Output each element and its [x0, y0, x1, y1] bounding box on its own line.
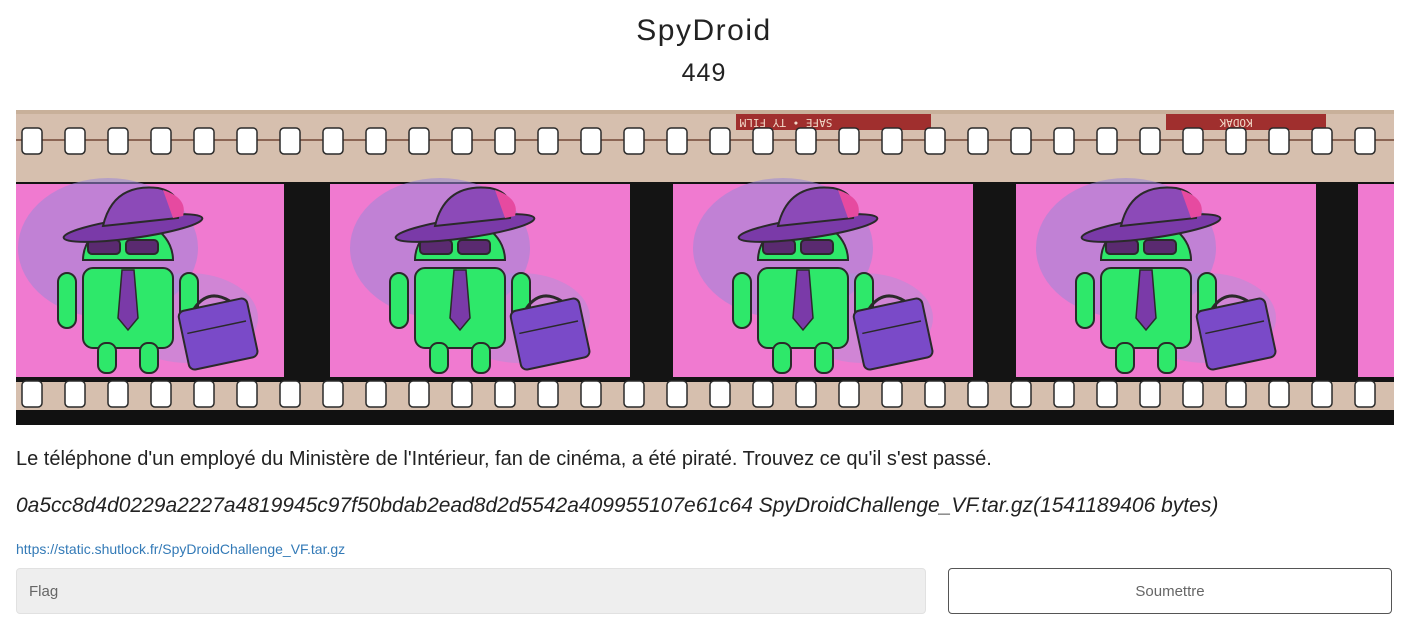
film-edge-text-safety: SAFE • TY FILM [739, 116, 832, 129]
film-sprocket-hole [1268, 380, 1290, 408]
film-sprocket-hole [709, 380, 731, 408]
film-sprocket-hole [408, 127, 430, 155]
film-sprocket-hole [193, 127, 215, 155]
film-sprocket-hole [623, 380, 645, 408]
film-sprocket-hole [795, 380, 817, 408]
film-sprocket-hole [881, 380, 903, 408]
film-sprocket-hole [451, 380, 473, 408]
film-sprocket-hole [1354, 127, 1376, 155]
file-hash-info: 0a5cc8d4d0229a2227a4819945c97f50bdab2ead… [16, 494, 1219, 517]
film-sprocket-hole [1182, 380, 1204, 408]
flag-input[interactable] [16, 568, 926, 614]
film-sprocket-hole [1010, 127, 1032, 155]
film-sprocket-hole [838, 127, 860, 155]
film-sprocket-hole [494, 127, 516, 155]
film-sprocket-hole [1096, 380, 1118, 408]
film-sprocket-hole [838, 380, 860, 408]
film-sprocket-hole [1311, 380, 1333, 408]
film-sprocket-hole [709, 127, 731, 155]
film-sprocket-hole [1053, 380, 1075, 408]
film-sprocket-hole [64, 127, 86, 155]
film-sprocket-hole [580, 127, 602, 155]
film-sprocket-hole [408, 380, 430, 408]
film-sprocket-hole [279, 380, 301, 408]
film-sprocket-hole [924, 380, 946, 408]
challenge-banner-image: SAFE • TY FILM KODAK [16, 110, 1394, 425]
film-sprocket-hole [1268, 127, 1290, 155]
film-sprocket-hole [365, 127, 387, 155]
film-sprocket-hole [494, 380, 516, 408]
film-sprocket-hole [666, 127, 688, 155]
film-sprocket-hole [1139, 127, 1161, 155]
film-sprocket-hole [881, 127, 903, 155]
film-sprocket-hole [752, 380, 774, 408]
film-sprocket-hole [537, 380, 559, 408]
film-sprocket-hole [1053, 127, 1075, 155]
film-sprocket-hole [537, 127, 559, 155]
film-sprocket-hole [924, 127, 946, 155]
film-sprocket-hole [107, 380, 129, 408]
film-frame [1358, 184, 1394, 377]
challenge-points: 449 [681, 59, 727, 87]
film-sprocket-hole [322, 380, 344, 408]
film-sprocket-hole [967, 380, 989, 408]
film-sprocket-hole [236, 127, 258, 155]
film-sprocket-hole [1225, 380, 1247, 408]
film-sprocket-hole [279, 127, 301, 155]
film-sprocket-hole [795, 127, 817, 155]
challenge-title: SpyDroid [636, 14, 772, 47]
download-link[interactable]: https://static.shutlock.fr/SpyDroidChall… [16, 541, 345, 557]
film-sprocket-hole [1354, 380, 1376, 408]
film-sprocket-hole [580, 380, 602, 408]
film-sprocket-hole [365, 380, 387, 408]
film-sprocket-hole [193, 380, 215, 408]
film-sprocket-hole [1010, 380, 1032, 408]
film-sprocket-hole [322, 127, 344, 155]
film-sprocket-hole [752, 127, 774, 155]
film-sprocket-hole [21, 127, 43, 155]
film-sprocket-hole [150, 127, 172, 155]
film-edge-text-kodak: KODAK [1219, 116, 1252, 129]
film-sprocket-hole [1225, 127, 1247, 155]
film-sprocket-hole [64, 380, 86, 408]
film-sprocket-hole [21, 380, 43, 408]
film-sprocket-hole [150, 380, 172, 408]
film-sprocket-hole [967, 127, 989, 155]
film-sprocket-hole [236, 380, 258, 408]
film-sprocket-hole [623, 127, 645, 155]
film-sprocket-hole [107, 127, 129, 155]
film-sprocket-hole [1311, 127, 1333, 155]
film-sprocket-hole [1096, 127, 1118, 155]
film-sprocket-hole [451, 127, 473, 155]
film-sprocket-hole [1139, 380, 1161, 408]
film-sprocket-hole [666, 380, 688, 408]
film-sprocket-hole [1182, 127, 1204, 155]
submit-button[interactable]: Soumettre [948, 568, 1392, 614]
challenge-description: Le téléphone d'un employé du Ministère d… [16, 448, 992, 470]
